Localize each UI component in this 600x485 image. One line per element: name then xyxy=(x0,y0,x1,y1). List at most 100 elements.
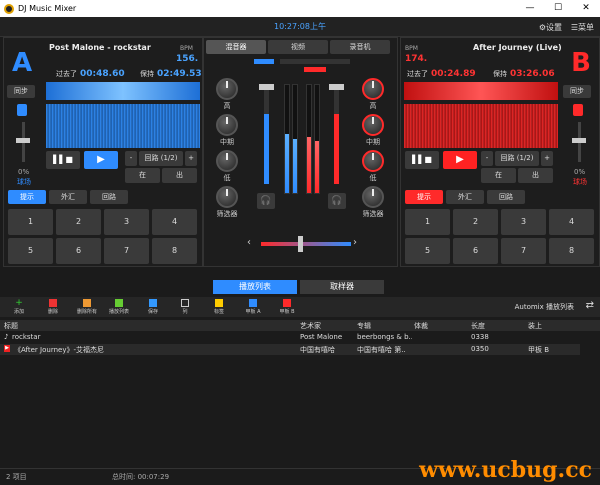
tab-video[interactable]: 视频 xyxy=(268,40,328,54)
waveform-overview[interactable] xyxy=(404,82,558,100)
add-button[interactable]: + 添加 xyxy=(6,299,32,316)
table-row[interactable]: ▶ 《After Journey》-艾福杰尼 中国有嘻哈 中国有嘻哈 第.. 0… xyxy=(0,344,580,355)
filter-knob-a[interactable] xyxy=(216,186,238,208)
menu-button[interactable]: ☰菜单 xyxy=(571,22,594,33)
pad-2[interactable]: 2 xyxy=(453,209,498,235)
pad-tab-cue[interactable]: 提示 xyxy=(8,190,46,204)
volume-fader-b-knob[interactable] xyxy=(329,84,344,90)
remain-value: 03:26.06 xyxy=(510,69,555,79)
sync-button[interactable]: 同步 xyxy=(7,85,35,98)
tag-button[interactable]: 标签 xyxy=(206,299,232,315)
maximize-button[interactable]: ☐ xyxy=(544,0,572,17)
play-button[interactable]: ▶ xyxy=(443,151,477,169)
tab-playlist[interactable]: 播放列表 xyxy=(213,280,297,294)
pad-tab-fx[interactable]: 外汇 xyxy=(49,190,87,204)
delete-all-button[interactable]: 删除所有 xyxy=(74,299,100,315)
pad-4[interactable]: 4 xyxy=(549,209,594,235)
column-title[interactable]: 标题 xyxy=(4,321,18,331)
waveform-overview[interactable] xyxy=(46,82,200,100)
eq-mid-knob-b[interactable] xyxy=(362,114,384,136)
lock-icon[interactable] xyxy=(573,104,583,116)
loop-in-button[interactable]: 在 xyxy=(481,168,516,183)
play-button[interactable]: ▶ xyxy=(84,151,118,169)
delete-all-label: 删除所有 xyxy=(76,309,97,315)
pad-8[interactable]: 8 xyxy=(549,238,594,264)
settings-button[interactable]: ⚙设置 xyxy=(539,22,562,33)
minimize-button[interactable]: — xyxy=(516,0,544,17)
column-length[interactable]: 长度 xyxy=(471,321,485,331)
pitch-slider-knob[interactable] xyxy=(16,138,30,143)
delete-button[interactable]: 删除 xyxy=(40,299,66,315)
loop-plus-button[interactable]: + xyxy=(541,151,553,166)
eq-low-knob-a[interactable] xyxy=(216,150,238,172)
pad-6[interactable]: 6 xyxy=(56,238,101,264)
automix-button[interactable]: Automix 播放列表 xyxy=(515,302,574,312)
pad-3[interactable]: 3 xyxy=(104,209,149,235)
filter-knob-b[interactable] xyxy=(362,186,384,208)
tab-recorder[interactable]: 录音机 xyxy=(330,40,390,54)
pad-5[interactable]: 5 xyxy=(405,238,450,264)
remain-label: 保持 xyxy=(140,70,154,78)
loop-button[interactable]: 回路 (1/2) xyxy=(495,151,539,166)
loop-minus-button[interactable]: - xyxy=(125,151,137,166)
volume-fader-a-knob[interactable] xyxy=(259,84,274,90)
tab-sampler[interactable]: 取样器 xyxy=(300,280,384,294)
column-genre[interactable]: 体裁 xyxy=(414,321,428,331)
loop-in-button[interactable]: 在 xyxy=(125,168,160,183)
lock-icon[interactable] xyxy=(17,104,27,116)
crossfader[interactable] xyxy=(261,242,351,246)
columns-button[interactable]: 列 xyxy=(172,299,198,315)
column-album[interactable]: 专辑 xyxy=(357,321,371,331)
volume-fader-a[interactable] xyxy=(259,84,274,184)
eq-high-knob-b[interactable] xyxy=(362,78,384,100)
crossfader-left-icon[interactable]: ‹ xyxy=(247,237,251,248)
load-deck-a-button[interactable]: 甲板 A xyxy=(240,299,266,315)
loop-out-button[interactable]: 出 xyxy=(518,168,553,183)
crossfader-right-icon[interactable]: › xyxy=(353,237,357,248)
pad-tab-cue[interactable]: 提示 xyxy=(405,190,443,204)
pad-3[interactable]: 3 xyxy=(501,209,546,235)
pad-7[interactable]: 7 xyxy=(501,238,546,264)
save-button[interactable]: 保存 xyxy=(140,299,166,315)
loop-minus-button[interactable]: - xyxy=(481,151,493,166)
loop-button[interactable]: 回路 (1/2) xyxy=(139,151,183,166)
playlist-button[interactable]: 播放列表 xyxy=(106,299,132,315)
pad-4[interactable]: 4 xyxy=(152,209,197,235)
title-bar: DJ Music Mixer — ☐ ✕ xyxy=(0,0,600,17)
repeat-icon[interactable]: ⇄ xyxy=(586,300,594,311)
load-deck-b-button[interactable]: 甲板 B xyxy=(274,299,300,315)
eq-low-knob-b[interactable] xyxy=(362,150,384,172)
eq-high-knob-a[interactable] xyxy=(216,78,238,100)
crossfader-knob[interactable] xyxy=(298,236,303,252)
pad-1[interactable]: 1 xyxy=(8,209,53,235)
vu-meter-b2 xyxy=(314,84,320,194)
sync-button[interactable]: 同步 xyxy=(563,85,591,98)
column-artist[interactable]: 艺术家 xyxy=(300,321,321,331)
cue-pause-button[interactable]: ▌▌■ xyxy=(46,151,80,169)
pad-tab-fx[interactable]: 外汇 xyxy=(446,190,484,204)
pad-8[interactable]: 8 xyxy=(152,238,197,264)
waveform-detail[interactable] xyxy=(404,104,558,148)
headphone-a-icon[interactable]: 🎧 xyxy=(257,193,275,209)
pad-1[interactable]: 1 xyxy=(405,209,450,235)
headphone-b-icon[interactable]: 🎧 xyxy=(328,193,346,209)
pad-7[interactable]: 7 xyxy=(104,238,149,264)
pad-tab-loop[interactable]: 回路 xyxy=(90,190,128,204)
loop-out-button[interactable]: 出 xyxy=(162,168,197,183)
pad-5[interactable]: 5 xyxy=(8,238,53,264)
close-button[interactable]: ✕ xyxy=(572,0,600,17)
column-deck[interactable]: 装上 xyxy=(528,321,542,331)
volume-fader-b[interactable] xyxy=(329,84,344,184)
tab-mixer[interactable]: 混音器 xyxy=(206,40,266,54)
row-length: 0338 xyxy=(471,333,489,341)
table-row[interactable]: ♪ rockstar Post Malone beerbongs & b.. 0… xyxy=(0,332,580,343)
pad-tab-loop[interactable]: 回路 xyxy=(487,190,525,204)
waveform-detail[interactable] xyxy=(46,104,200,148)
loop-plus-button[interactable]: + xyxy=(185,151,197,166)
cue-pause-button[interactable]: ▌▌■ xyxy=(405,151,439,169)
save-label: 保存 xyxy=(147,309,158,315)
pad-2[interactable]: 2 xyxy=(56,209,101,235)
pad-6[interactable]: 6 xyxy=(453,238,498,264)
eq-mid-knob-a[interactable] xyxy=(216,114,238,136)
pitch-slider-knob[interactable] xyxy=(572,138,586,143)
